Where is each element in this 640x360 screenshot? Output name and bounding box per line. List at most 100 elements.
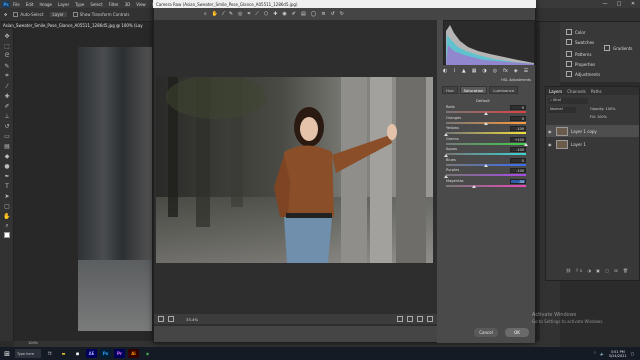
slider-value-input[interactable]: -100 xyxy=(510,168,526,173)
menu-image[interactable]: Image xyxy=(39,2,52,7)
tab-luminance[interactable]: Luminance xyxy=(489,86,519,94)
history-brush-icon[interactable]: ↺ xyxy=(3,122,11,130)
path-select-icon[interactable]: ➤ xyxy=(3,192,11,200)
menu-layer[interactable]: Layer xyxy=(58,2,69,7)
preview-photo[interactable] xyxy=(156,77,433,263)
windows-start-icon[interactable]: ⊞ xyxy=(2,349,12,359)
hsl-icon[interactable]: ▦ xyxy=(472,68,477,76)
preferences-icon[interactable]: ≡ xyxy=(321,11,325,17)
zoom-level[interactable]: 33.4% xyxy=(186,317,198,322)
before-after-icon[interactable] xyxy=(407,316,413,322)
layers-footer-icons[interactable]: ⛓ fx ◑ ▣ ▢ ⊞ 🗑 xyxy=(566,268,630,273)
zoom-tool-icon[interactable]: ⌕ xyxy=(3,222,11,230)
targeted-adjust-icon[interactable]: ◎ xyxy=(238,11,242,17)
calibration-icon[interactable]: ◈ xyxy=(514,68,518,76)
notifications-icon[interactable]: ▢ xyxy=(631,352,634,356)
adjustment-brush-icon[interactable]: ✐ xyxy=(292,11,296,17)
slider-track[interactable] xyxy=(446,142,526,145)
type-tool-icon[interactable]: T xyxy=(3,182,11,190)
slider-thumb[interactable] xyxy=(484,111,488,115)
pen-tool-icon[interactable]: ✒ xyxy=(3,172,11,180)
slider-value-input[interactable]: -100 xyxy=(510,147,526,152)
slider-track[interactable] xyxy=(446,153,526,155)
panel-adjustments[interactable]: Adjustments xyxy=(566,68,636,80)
menu-3d[interactable]: 3D xyxy=(125,2,131,7)
maximize-button[interactable]: □ xyxy=(612,0,626,8)
document-tab[interactable]: Asian_Sweater_Smile_Pose_Glance_A05511_1… xyxy=(0,22,160,29)
zoom-out-icon[interactable] xyxy=(158,316,164,322)
slider-value-input[interactable]: -100 xyxy=(510,126,526,131)
crop-icon[interactable]: ⌗ xyxy=(247,11,250,17)
layer-filter-search[interactable]: ⌕ Kind xyxy=(548,98,588,104)
taskbar-app-pr[interactable]: Pr xyxy=(114,349,125,358)
slider-value-input[interactable]: 0 xyxy=(510,115,526,121)
lens-icon[interactable]: ◎ xyxy=(493,68,497,76)
store-icon[interactable]: ◼ xyxy=(72,349,83,358)
rotate-right-icon[interactable]: ↻ xyxy=(340,11,344,17)
eraser-tool-icon[interactable]: ▭ xyxy=(3,132,11,140)
file-explorer-icon[interactable]: ▬ xyxy=(58,349,69,358)
zoom-tool-icon[interactable]: ⌕ xyxy=(204,11,207,17)
healing-tool-icon[interactable]: ✚ xyxy=(3,92,11,100)
menu-edit[interactable]: Edit xyxy=(26,2,34,7)
tab-layers[interactable]: Layers xyxy=(549,89,562,94)
minimize-button[interactable]: — xyxy=(598,0,612,8)
transform-controls-checkbox[interactable]: Show Transform Controls xyxy=(72,12,129,18)
lasso-tool-icon[interactable]: ᘓ xyxy=(3,52,11,60)
presets-icon[interactable]: ☰ xyxy=(524,68,528,76)
clock[interactable]: 3:51 PM 5/24/2021 xyxy=(609,350,627,358)
color-sampler-icon[interactable]: ✎ xyxy=(229,11,233,17)
slider-value-input[interactable]: 0 xyxy=(510,105,526,110)
volume-icon[interactable]: 🔈 xyxy=(600,352,604,356)
white-balance-icon[interactable]: ⁄ xyxy=(223,11,224,17)
foreground-color-swatch[interactable] xyxy=(4,232,10,238)
straighten-icon[interactable]: ⟋ xyxy=(255,11,259,17)
menu-type[interactable]: Type xyxy=(75,2,84,7)
chrome-icon[interactable]: ◉ xyxy=(142,349,153,358)
slider-thumb[interactable] xyxy=(484,122,488,125)
graduated-filter-icon[interactable]: ▤ xyxy=(301,11,306,17)
tab-hue[interactable]: Hue xyxy=(442,86,458,94)
network-icon[interactable]: ⌔ xyxy=(593,351,596,356)
menu-file[interactable]: File xyxy=(13,2,20,7)
taskbar-app-ai[interactable]: Ai xyxy=(128,349,139,358)
slider-track[interactable] xyxy=(446,132,526,134)
opacity-field[interactable]: Opacity: 100% xyxy=(590,107,616,111)
menu-select[interactable]: Select xyxy=(90,2,102,7)
slider-thumb[interactable] xyxy=(444,174,448,178)
effects-icon[interactable]: fx xyxy=(503,68,508,76)
eyedropper-tool-icon[interactable]: ⁄ xyxy=(3,82,11,90)
gradient-tool-icon[interactable]: ▤ xyxy=(3,142,11,150)
spot-removal-icon[interactable]: ✚ xyxy=(273,11,277,17)
quick-select-tool-icon[interactable]: ✎ xyxy=(3,62,11,70)
slider-thumb[interactable] xyxy=(484,164,488,167)
menu-filter[interactable]: Filter xyxy=(109,2,119,7)
slider-thumb[interactable] xyxy=(472,185,476,188)
settings-icon[interactable] xyxy=(427,316,433,322)
layer-row[interactable]: ◉ Layer 1 xyxy=(546,138,639,150)
auto-select-checkbox[interactable]: Auto-Select xyxy=(13,12,44,18)
detail-icon[interactable]: ▲ xyxy=(462,68,466,76)
zoom-in-icon[interactable] xyxy=(168,316,174,322)
transform-icon[interactable]: ⬡ xyxy=(264,11,268,17)
taskbar-app-ae[interactable]: AE xyxy=(86,349,97,358)
move-tool-icon[interactable]: ✥ xyxy=(4,12,7,17)
slider-track[interactable] xyxy=(446,184,526,187)
slider-value-input[interactable]: -30 xyxy=(510,178,526,184)
preview-toggle-icon[interactable] xyxy=(397,316,403,322)
radial-filter-icon[interactable]: ◯ xyxy=(311,11,317,17)
crop-tool-icon[interactable]: ⌗ xyxy=(3,72,11,80)
close-button[interactable]: ✕ xyxy=(626,0,640,8)
hand-tool-icon[interactable]: ✋ xyxy=(212,11,218,17)
layer-dropdown[interactable]: Layer xyxy=(49,12,67,17)
taskbar-app-ps[interactable]: Ps xyxy=(100,349,111,358)
slider-thumb[interactable] xyxy=(444,153,448,157)
task-view-icon[interactable]: ❐ xyxy=(44,349,55,358)
eye-icon[interactable]: ◉ xyxy=(548,142,553,147)
tab-saturation[interactable]: Saturation xyxy=(459,86,488,94)
tab-paths[interactable]: Paths xyxy=(591,89,602,94)
default-link[interactable]: Default xyxy=(476,98,490,103)
tone-curve-icon[interactable]: ⌇ xyxy=(453,68,455,76)
swap-icon[interactable] xyxy=(417,316,423,322)
shape-tool-icon[interactable]: ▢ xyxy=(3,202,11,210)
